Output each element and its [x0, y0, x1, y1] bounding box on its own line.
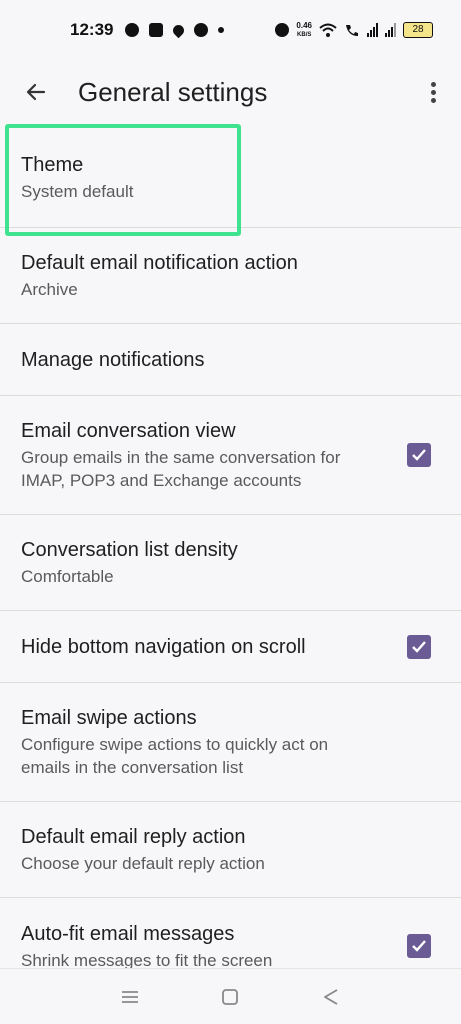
setting-title: Default email reply action	[21, 826, 246, 848]
whatsapp-icon	[125, 23, 140, 37]
home-icon	[222, 988, 239, 1005]
setting-list-density[interactable]: Conversation list density Comfortable	[0, 515, 461, 611]
app-icon	[194, 23, 209, 37]
nav-back-button[interactable]	[316, 982, 346, 1012]
notification-icons	[125, 22, 225, 38]
setting-swipe-actions[interactable]: Email swipe actions Configure swipe acti…	[0, 683, 461, 802]
system-icons: 0.46 KB/S 28	[275, 20, 433, 39]
home-button[interactable]	[215, 982, 245, 1012]
setting-manage-notifications[interactable]: Manage notifications	[0, 324, 461, 396]
app-bar: General settings	[0, 62, 461, 122]
setting-title: Conversation list density	[21, 539, 238, 561]
more-options-button[interactable]	[423, 72, 443, 112]
arrow-back-icon	[26, 83, 46, 101]
net-speed-value: 0.46	[296, 20, 312, 30]
volte-call-icon	[346, 25, 358, 36]
setting-title: Email swipe actions	[21, 707, 197, 729]
setting-hide-bottom-nav[interactable]: Hide bottom navigation on scroll	[0, 611, 461, 683]
setting-default-reply-action[interactable]: Default email reply action Choose your d…	[0, 802, 461, 898]
net-speed-unit: KB/S	[297, 31, 312, 38]
setting-summary: Archive	[21, 280, 78, 299]
alarm-icon	[275, 23, 290, 37]
setting-summary: Choose your default reply action	[21, 854, 265, 873]
setting-title: Hide bottom navigation on scroll	[21, 635, 306, 658]
status-bar: 12:39 0.46 KB/S 28	[0, 0, 461, 60]
menu-icon	[122, 990, 139, 1003]
location-icon	[171, 22, 187, 38]
setting-default-notification-action[interactable]: Default email notification action Archiv…	[0, 228, 461, 324]
setting-summary: Configure swipe actions to quickly act o…	[21, 735, 329, 777]
signal-icon	[385, 23, 396, 37]
highlight-box	[5, 124, 241, 236]
hide-bottom-nav-checkbox[interactable]	[407, 634, 431, 659]
setting-title: Auto-fit email messages	[21, 922, 235, 945]
wifi-icon	[319, 23, 337, 37]
signal-icon	[367, 23, 378, 37]
battery-icon: 28	[403, 22, 433, 38]
setting-title: Manage notifications	[21, 348, 205, 371]
back-triangle-icon	[323, 988, 338, 1005]
auto-fit-checkbox[interactable]	[407, 934, 431, 958]
page-title: General settings	[78, 76, 268, 107]
net-speed: 0.46 KB/S	[296, 20, 312, 39]
settings-list: Theme System default Default email notif…	[0, 128, 461, 994]
setting-summary: Comfortable	[21, 567, 114, 586]
checkmark-icon	[412, 640, 426, 653]
setting-conversation-view[interactable]: Email conversation view Group emails in …	[0, 396, 461, 515]
more-vert-icon	[430, 81, 436, 87]
back-button[interactable]	[16, 72, 56, 112]
checkmark-icon	[412, 940, 426, 952]
conversation-view-checkbox[interactable]	[407, 443, 431, 467]
setting-summary: Group emails in the same conversation fo…	[21, 448, 341, 490]
checkmark-icon	[412, 449, 426, 461]
recents-button[interactable]	[115, 982, 145, 1012]
status-time: 12:39	[70, 20, 114, 39]
dot-icon	[218, 27, 225, 33]
system-nav-bar	[0, 968, 461, 1024]
setting-title: Email conversation view	[21, 420, 236, 442]
message-icon	[149, 23, 164, 37]
setting-title: Default email notification action	[21, 252, 298, 274]
